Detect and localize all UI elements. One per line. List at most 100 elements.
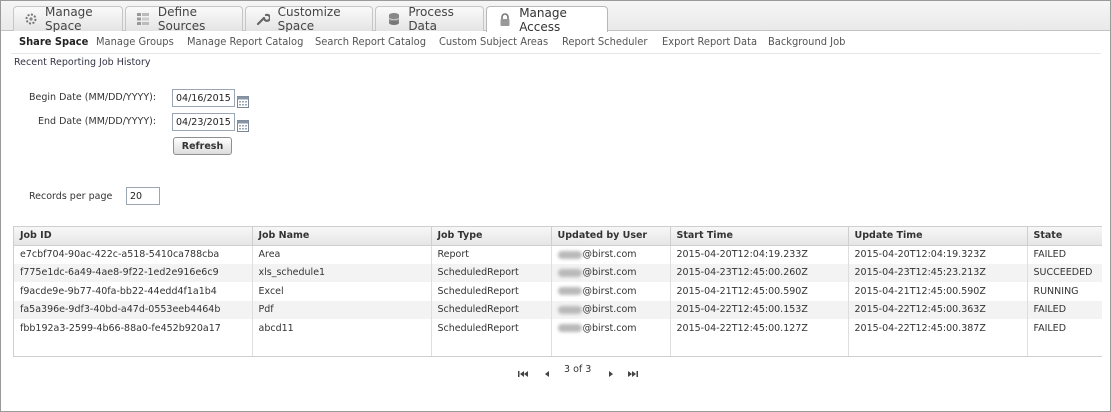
subnav-export-report-data[interactable]: Export Report Data (662, 35, 757, 48)
column-header-updated-by-user[interactable]: Updated by User (551, 227, 671, 246)
lock-icon (497, 12, 512, 28)
cell-start-time: 2015-04-20T12:04:19.233Z (670, 245, 849, 264)
subnav-search-report-catalog[interactable]: Search Report Catalog (315, 35, 426, 48)
cell-job-type: Report (431, 245, 552, 264)
table-header-row: Job ID Job Name Job Type Updated by User… (14, 227, 1102, 246)
cell-job-id: fbb192a3-2599-4b66-88a0-fe452b920a17 (14, 319, 253, 338)
cell-start-time: 2015-04-21T12:45:00.590Z (670, 282, 849, 301)
redacted-username (557, 250, 582, 259)
user-domain: @birst.com (582, 267, 637, 279)
table-row[interactable]: fa5a396e-9df3-40bd-a47d-0553eeb4464b Pdf… (14, 300, 1102, 319)
cell-state: SUCCEEDED (1027, 263, 1102, 282)
cell-updated-by-user: @birst.com (551, 263, 671, 282)
cell-job-name: Pdf (252, 300, 432, 319)
cell-job-type: ScheduledReport (431, 282, 552, 301)
table-row[interactable]: f775e1dc-6a49-4ae8-9f22-1ed2e916e6c9 xls… (14, 263, 1102, 282)
begin-date-label: Begin Date (MM/DD/YYYY): (29, 92, 157, 103)
redacted-username (557, 287, 582, 296)
page-indicator: 3 of 3 (564, 364, 592, 375)
tab-label: Customize Space (277, 5, 341, 33)
tab-label: Manage Space (45, 5, 93, 33)
end-date-input[interactable] (172, 113, 235, 131)
cell-start-time: 2015-04-22T12:45:00.153Z (670, 300, 849, 319)
cell-update-time: 2015-04-22T12:45:00.363Z (848, 300, 1028, 319)
cell-job-name: xls_schedule1 (252, 263, 432, 282)
gear-wheel-icon (24, 11, 38, 27)
sub-navigation: Share Space Manage Groups Manage Report … (1, 32, 1110, 54)
cell-job-type: ScheduledReport (431, 319, 552, 338)
column-header-state[interactable]: State (1027, 227, 1102, 246)
tab-label: Process Data (408, 5, 454, 33)
main-tab-bar: Manage Space Define Sources Customize Sp… (1, 1, 1110, 34)
column-header-update-time[interactable]: Update Time (848, 227, 1028, 246)
cell-state: FAILED (1027, 319, 1102, 338)
tab-define-sources[interactable]: Define Sources (125, 5, 243, 33)
cell-job-id: e7cbf704-90ac-422c-a518-5410ca788cba (14, 245, 253, 264)
cell-job-name: Excel (252, 282, 432, 301)
subnav-manage-report-catalog[interactable]: Manage Report Catalog (187, 35, 303, 48)
cell-job-type: ScheduledReport (431, 263, 552, 282)
previous-page-icon[interactable] (541, 365, 553, 377)
tab-manage-access[interactable]: Manage Access (486, 5, 608, 34)
subnav-manage-groups[interactable]: Manage Groups (96, 35, 174, 48)
first-page-icon[interactable] (517, 365, 529, 377)
records-per-page-input[interactable] (126, 187, 160, 205)
tab-label: Define Sources (157, 5, 206, 33)
cell-update-time: 2015-04-22T12:45:00.387Z (848, 319, 1028, 338)
job-history-table: Job ID Job Name Job Type Updated by User… (13, 226, 1102, 357)
column-header-job-id[interactable]: Job ID (14, 227, 253, 246)
cell-job-name: Area (252, 245, 432, 264)
tab-process-data[interactable]: Process Data (375, 5, 484, 33)
cell-update-time: 2015-04-23T12:45:23.213Z (848, 263, 1028, 282)
cell-start-time: 2015-04-23T12:45:00.260Z (670, 263, 849, 282)
begin-date-input[interactable] (172, 89, 235, 107)
grid-icon (136, 11, 151, 27)
cell-job-type: ScheduledReport (431, 300, 552, 319)
user-domain: @birst.com (582, 285, 637, 297)
cell-updated-by-user: @birst.com (551, 300, 671, 319)
redacted-username (557, 268, 582, 277)
cell-state: FAILED (1027, 300, 1102, 319)
cell-updated-by-user: @birst.com (551, 245, 671, 264)
cell-job-id: f775e1dc-6a49-4ae8-9f22-1ed2e916e6c9 (14, 263, 253, 282)
pagination: 3 of 3 (1, 363, 1111, 379)
column-header-start-time[interactable]: Start Time (670, 227, 849, 246)
cell-job-name: abcd11 (252, 319, 432, 338)
end-date-label: End Date (MM/DD/YYYY): (38, 116, 157, 127)
tab-customize-space[interactable]: Customize Space (245, 5, 373, 33)
column-header-job-name[interactable]: Job Name (252, 227, 432, 246)
section-title: Recent Reporting Job History (14, 57, 151, 68)
cell-update-time: 2015-04-20T12:04:19.323Z (848, 245, 1028, 264)
app-frame: Manage Space Define Sources Customize Sp… (0, 0, 1111, 412)
table-row[interactable]: fbb192a3-2599-4b66-88a0-fe452b920a17 abc… (14, 319, 1102, 338)
column-header-job-type[interactable]: Job Type (431, 227, 552, 246)
records-per-page-label: Records per page (29, 191, 113, 202)
subnav-background-job[interactable]: Background Job (768, 35, 845, 48)
empty-row (14, 337, 1102, 356)
next-page-icon[interactable] (605, 365, 617, 377)
subnav-report-scheduler[interactable]: Report Scheduler (562, 35, 647, 48)
last-page-icon[interactable] (627, 365, 639, 377)
refresh-button[interactable]: Refresh (173, 137, 232, 155)
table-row[interactable]: f9acde9e-9b77-40fa-bb22-44edd4f1a1b4 Exc… (14, 282, 1102, 301)
cell-update-time: 2015-04-21T12:45:00.590Z (848, 282, 1028, 301)
cell-state: RUNNING (1027, 282, 1102, 301)
user-domain: @birst.com (582, 322, 637, 334)
subnav-share-space[interactable]: Share Space (19, 35, 88, 48)
cell-state: FAILED (1027, 245, 1102, 264)
user-domain: @birst.com (582, 304, 637, 316)
user-domain: @birst.com (582, 249, 637, 260)
tab-label: Manage Access (519, 5, 567, 34)
divider (11, 53, 1101, 54)
cell-start-time: 2015-04-22T12:45:00.127Z (670, 319, 849, 338)
calendar-icon[interactable] (237, 93, 249, 108)
calendar-icon[interactable] (237, 117, 249, 132)
cell-updated-by-user: @birst.com (551, 282, 671, 301)
table-row[interactable]: e7cbf704-90ac-422c-a518-5410ca788cba Are… (14, 245, 1102, 264)
cell-job-id: f9acde9e-9b77-40fa-bb22-44edd4f1a1b4 (14, 282, 253, 301)
redacted-username (557, 305, 582, 314)
redacted-username (557, 324, 582, 333)
tab-manage-space[interactable]: Manage Space (13, 5, 123, 33)
subnav-custom-subject-areas[interactable]: Custom Subject Areas (439, 35, 548, 48)
cell-updated-by-user: @birst.com (551, 319, 671, 338)
